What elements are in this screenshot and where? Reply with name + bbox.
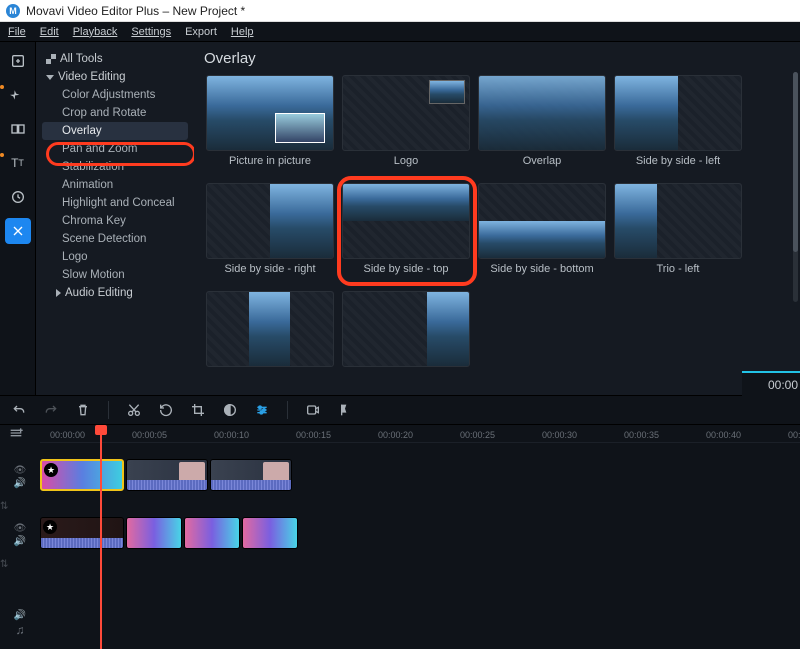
clip-video1b[interactable]: [210, 459, 292, 491]
timeline-toolbar: [0, 395, 800, 425]
filters-icon[interactable]: [5, 82, 31, 108]
tree-item-animation[interactable]: Animation: [36, 176, 194, 194]
transitions-icon[interactable]: [5, 116, 31, 142]
ruler-tick: 00:00:25: [460, 430, 495, 440]
eye-icon[interactable]: 👁: [14, 465, 27, 476]
clip-title2c[interactable]: [242, 517, 298, 549]
window-title: Movavi Video Editor Plus – New Project *: [26, 4, 245, 18]
tree-audio-editing[interactable]: Audio Editing: [36, 284, 194, 302]
stickers-icon[interactable]: [5, 184, 31, 210]
ruler-tick: 00:00:10: [214, 430, 249, 440]
menu-edit[interactable]: Edit: [40, 26, 59, 38]
tree-all-tools[interactable]: All Tools: [36, 50, 194, 68]
tree-item-logo[interactable]: Logo: [36, 248, 194, 266]
clip-title1[interactable]: ★: [40, 459, 124, 491]
overlay-card-extra2[interactable]: [340, 291, 472, 395]
clip-video1a[interactable]: [126, 459, 208, 491]
clip-title2a[interactable]: [126, 517, 182, 549]
clip-title2b[interactable]: [184, 517, 240, 549]
tree-item-highlight-conceal[interactable]: Highlight and Conceal: [36, 194, 194, 212]
menu-export[interactable]: Export: [185, 26, 217, 38]
ruler-tick: 00:00:05: [132, 430, 167, 440]
overlay-card-overlap[interactable]: Overlap: [476, 75, 608, 179]
chevron-down-icon: [46, 75, 54, 80]
panel-title: Overlay: [204, 50, 790, 67]
icon-sidebar: TT: [0, 42, 36, 395]
adjust-button[interactable]: [253, 401, 271, 419]
chevron-right-icon: [56, 289, 61, 297]
overlay-card-side-top[interactable]: Side by side - top: [340, 183, 472, 287]
eye-icon[interactable]: 👁: [14, 523, 27, 534]
timeline: 00:00:00 00:00:05 00:00:10 00:00:15 00:0…: [0, 425, 800, 649]
ruler-tick: 00:00:20: [378, 430, 413, 440]
tree-item-chroma-key[interactable]: Chroma Key: [36, 212, 194, 230]
app-logo-icon: M: [6, 4, 20, 18]
add-media-icon[interactable]: [5, 48, 31, 74]
ruler-tick: 00:00:35: [624, 430, 659, 440]
ruler-tick: 00:00:15: [296, 430, 331, 440]
overlay-card-extra1[interactable]: [204, 291, 336, 395]
link-icon[interactable]: ⇅: [0, 501, 8, 512]
tree-item-crop-rotate[interactable]: Crop and Rotate: [36, 104, 194, 122]
ruler-tick: 00:00:30: [542, 430, 577, 440]
volume-icon[interactable]: 🔊: [14, 536, 26, 547]
ruler-tick: 00:00:00: [50, 430, 85, 440]
menu-help[interactable]: Help: [231, 26, 254, 38]
track2-controls: 👁 🔊: [0, 523, 40, 547]
overlay-card-side-right[interactable]: Side by side - right: [204, 183, 336, 287]
record-button[interactable]: [304, 401, 322, 419]
music-icon: ♫: [16, 623, 25, 637]
audio-track-controls: 🔊 ♫: [0, 610, 40, 637]
overlay-grid: Picture in picture Logo Overlap Side by …: [204, 75, 790, 395]
ruler-tick: 00:00:45: [788, 430, 800, 440]
overlay-card-pip[interactable]: Picture in picture: [204, 75, 336, 179]
playhead[interactable]: [100, 425, 102, 649]
overlay-card-side-bottom[interactable]: Side by side - bottom: [476, 183, 608, 287]
menubar: File Edit Playback Settings Export Help: [0, 22, 800, 42]
tree-item-slow-motion[interactable]: Slow Motion: [36, 266, 194, 284]
main-upper: TT All Tools Video Editing Color Adjustm…: [0, 42, 800, 395]
overlay-card-logo[interactable]: Logo: [340, 75, 472, 179]
overlay-card-side-left[interactable]: Side by side - left: [612, 75, 744, 179]
overlay-scrollbar[interactable]: [793, 72, 798, 302]
tree-item-scene-detection[interactable]: Scene Detection: [36, 230, 194, 248]
cut-button[interactable]: [125, 401, 143, 419]
titles-icon[interactable]: TT: [5, 150, 31, 176]
clip-video2[interactable]: ★: [40, 517, 124, 549]
link-icon[interactable]: ⇅: [0, 559, 8, 570]
overlay-card-trio-left[interactable]: Trio - left: [612, 183, 744, 287]
star-icon: ★: [44, 463, 58, 477]
delete-button[interactable]: [74, 401, 92, 419]
redo-button[interactable]: [42, 401, 60, 419]
timeline-ruler[interactable]: 00:00:00 00:00:05 00:00:10 00:00:15 00:0…: [40, 425, 800, 443]
add-track-button[interactable]: [8, 425, 24, 444]
menu-file[interactable]: File: [8, 26, 26, 38]
star-icon: ★: [43, 520, 57, 534]
volume-icon[interactable]: 🔊: [14, 610, 26, 621]
tracks: 👁 🔊 ★ ⇅ 👁 🔊 ★: [0, 443, 740, 643]
ruler-tick: 00:00:40: [706, 430, 741, 440]
app-window: M Movavi Video Editor Plus – New Project…: [0, 0, 800, 649]
undo-button[interactable]: [10, 401, 28, 419]
grid-icon: [46, 54, 56, 64]
marker-button[interactable]: [336, 401, 354, 419]
overlay-panel: Overlay Picture in picture Logo Overlap …: [194, 42, 800, 395]
tree-item-pan-zoom[interactable]: Pan and Zoom: [36, 140, 194, 158]
track1-controls: 👁 🔊: [0, 465, 40, 489]
tree-video-editing[interactable]: Video Editing: [36, 68, 194, 86]
more-tools-icon[interactable]: [5, 218, 31, 244]
color-button[interactable]: [221, 401, 239, 419]
tools-tree: All Tools Video Editing Color Adjustment…: [36, 42, 194, 395]
volume-icon[interactable]: 🔊: [14, 478, 26, 489]
tree-item-stabilization[interactable]: Stabilization: [36, 158, 194, 176]
rotate-button[interactable]: [157, 401, 175, 419]
crop-button[interactable]: [189, 401, 207, 419]
menu-playback[interactable]: Playback: [73, 26, 118, 38]
preview-time: 00:00: [742, 371, 800, 397]
tree-item-overlay[interactable]: Overlay: [42, 122, 188, 140]
tree-item-color-adjustments[interactable]: Color Adjustments: [36, 86, 194, 104]
titlebar: M Movavi Video Editor Plus – New Project…: [0, 0, 800, 22]
menu-settings[interactable]: Settings: [131, 26, 171, 38]
